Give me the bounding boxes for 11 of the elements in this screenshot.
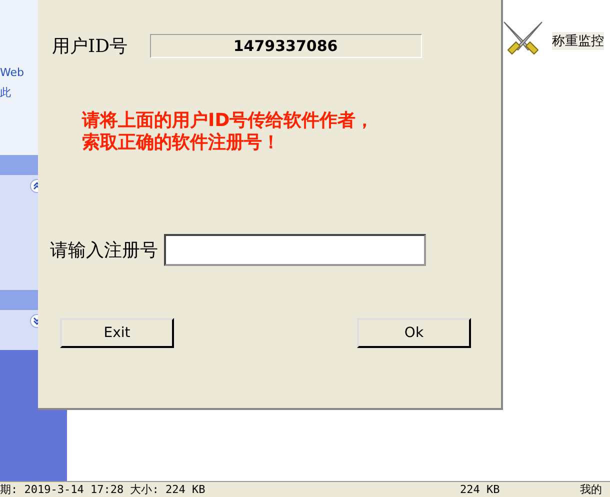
registration-label: 请输入注册号 bbox=[50, 239, 158, 262]
status-text: 期: 2019-3-14 17:28 大小: 224 KB bbox=[0, 482, 206, 497]
exit-button[interactable]: Exit bbox=[60, 318, 174, 348]
instruction-text: 请将上面的用户ID号传给软件作者，索取正确的软件注册号！ bbox=[82, 110, 375, 154]
ok-button[interactable]: Ok bbox=[357, 318, 471, 348]
user-id-field: 1479337086 bbox=[150, 34, 422, 58]
status-text: 224 KB bbox=[460, 483, 501, 496]
user-id-label: 用户ID号 bbox=[52, 35, 128, 58]
status-text: 我的 bbox=[580, 482, 602, 497]
registration-input[interactable] bbox=[164, 234, 426, 266]
icon-label[interactable]: 称重监控 bbox=[552, 32, 604, 50]
